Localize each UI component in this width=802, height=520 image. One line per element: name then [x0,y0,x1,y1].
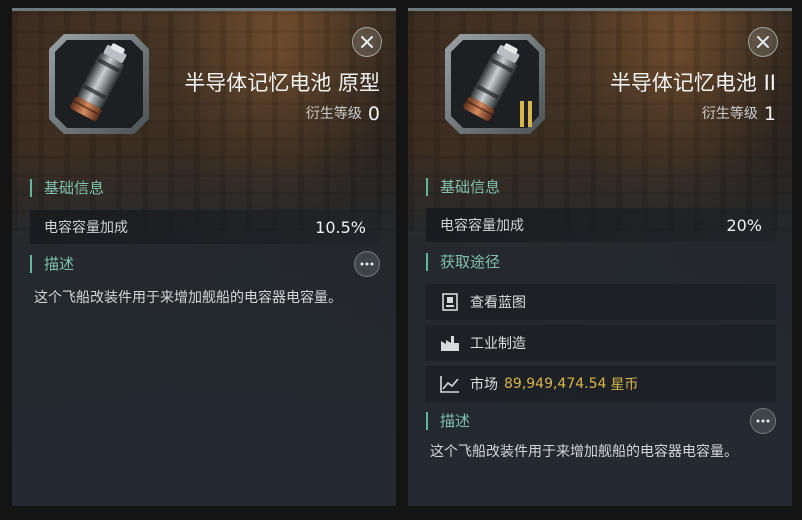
rank-value: 1 [763,103,776,125]
source-row-industry[interactable]: 工业制造 [426,325,776,361]
close-icon [757,36,769,48]
derivation-rank: 衍生等级 1 [702,103,776,125]
stat-label: 电容容量加成 [44,220,128,236]
rank-label: 衍生等级 [305,106,362,122]
stat-label: 电容容量加成 [440,218,524,234]
rank-value: 0 [367,103,380,125]
close-button[interactable] [352,27,382,57]
item-title: 半导体记忆电池 原型 [184,71,380,95]
source-row-blueprint[interactable]: 查看蓝图 [426,284,776,320]
stat-value: 10.5% [315,217,366,237]
section-header-acquire: 获取途径 [426,253,500,271]
section-header-description: 描述 [426,412,470,430]
stat-row-capacitor-bonus: 电容容量加成 20% [426,208,776,242]
close-button[interactable] [748,27,778,57]
item-info-panel-right: 半导体记忆电池 II 衍生等级 1 基础信息 电容容量加成 20% 获取途径 查看… [408,8,792,506]
source-label: 查看蓝图 [470,295,526,311]
blueprint-icon [440,292,460,312]
more-options-button[interactable] [354,251,380,277]
source-row-market[interactable]: 市场 89,949,474.54 星币 [426,366,776,402]
item-title: 半导体记忆电池 II [609,71,776,95]
battery-item-icon [442,31,548,137]
section-header-basic-info: 基础信息 [426,178,500,196]
ellipsis-icon [360,262,374,266]
source-label: 工业制造 [470,336,526,352]
rank-label: 衍生等级 [701,106,758,122]
item-info-panel-left: 半导体记忆电池 原型 衍生等级 0 基础信息 电容容量加成 10.5% 描述 这个… [12,8,396,506]
more-options-button[interactable] [750,408,776,434]
market-chart-icon [440,374,460,394]
section-header-basic-info: 基础信息 [30,179,104,197]
source-label: 市场 [470,377,498,393]
currency-label: 星币 [610,377,639,393]
market-price: 89,949,474.54 [504,376,607,392]
factory-icon [440,333,460,353]
battery-item-icon [46,31,152,137]
section-header-description: 描述 [30,255,74,273]
item-description: 这个飞船改装件用于来增加舰船的电容器电容量。 [430,444,738,460]
stat-row-capacitor-bonus: 电容容量加成 10.5% [30,210,380,244]
close-icon [361,36,373,48]
derivation-rank: 衍生等级 0 [306,103,380,125]
stat-value: 20% [726,215,762,235]
ellipsis-icon [756,419,770,423]
item-description: 这个飞船改装件用于来增加舰船的电容器电容量。 [34,290,342,306]
